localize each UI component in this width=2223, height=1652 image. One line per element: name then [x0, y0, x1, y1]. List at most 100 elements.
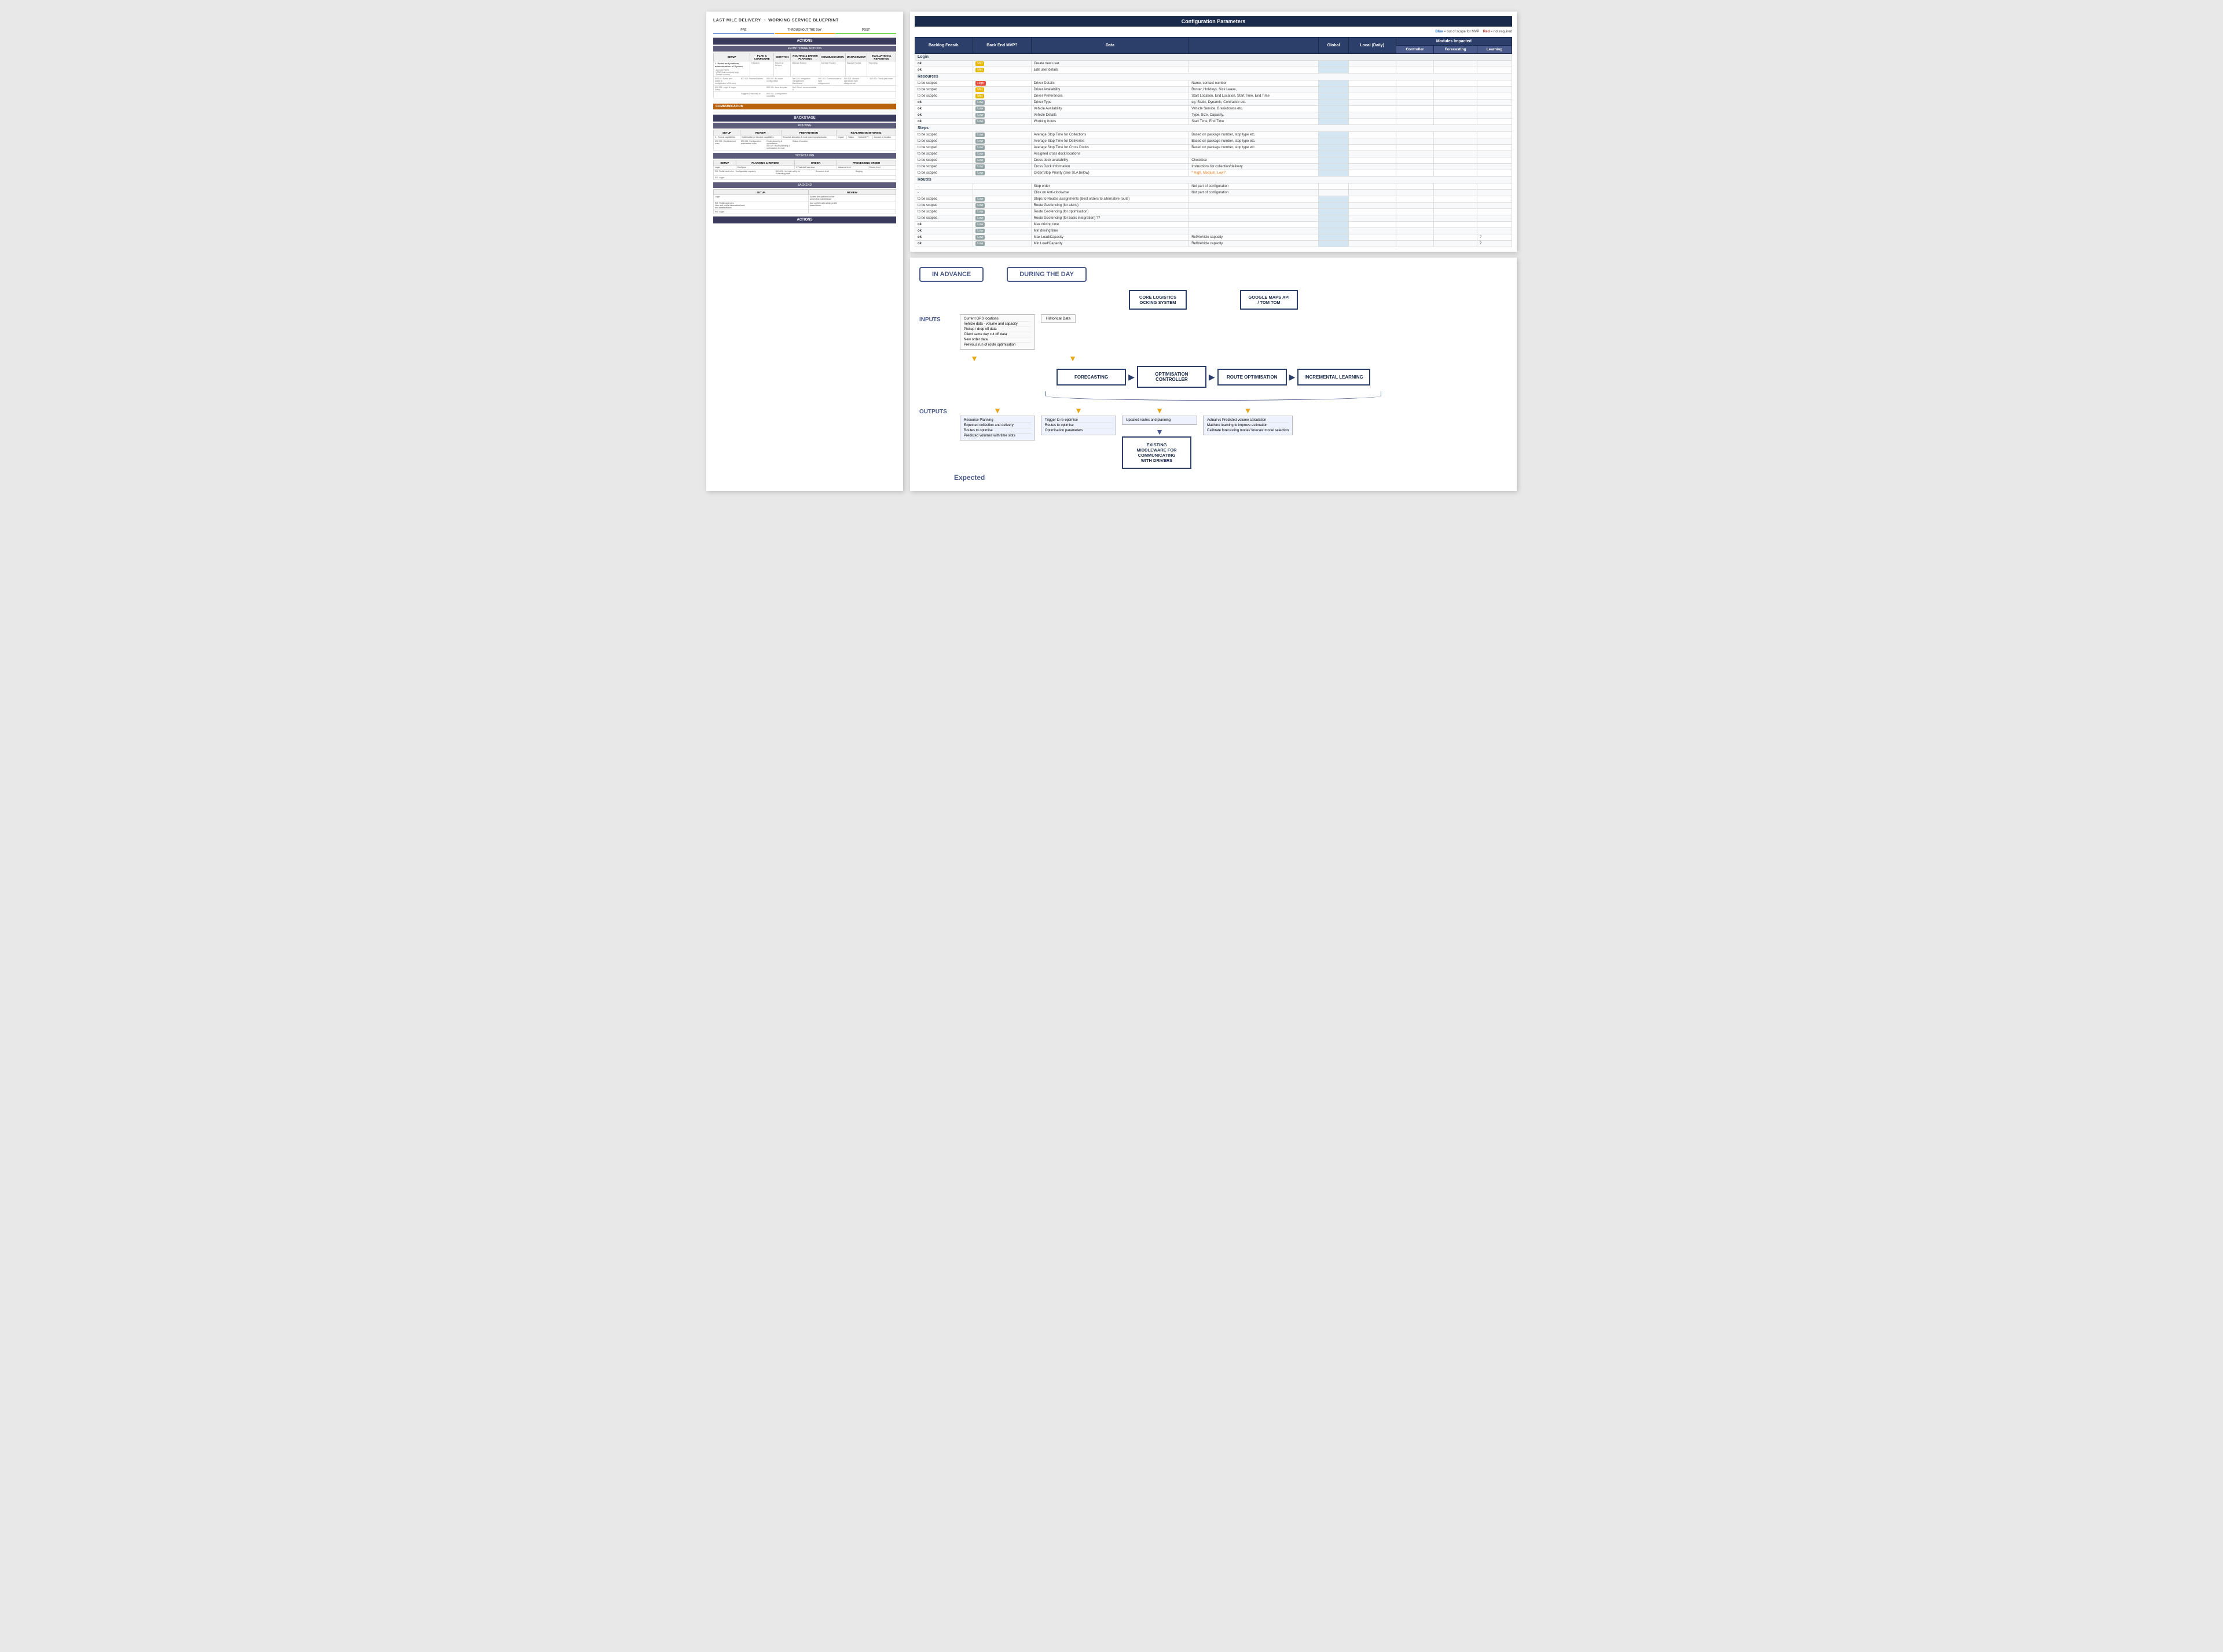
table-row: to be scoped Low Average Stop Time for D…: [915, 138, 1512, 145]
col-review: REVIEW: [740, 130, 781, 135]
optimisation-sublabel: CONTROLLER: [1144, 377, 1199, 382]
priority-cell: Low: [973, 170, 1031, 177]
arrow-f-to-c: ▶: [1128, 372, 1135, 382]
doc-subtitle-text: WORKING SERVICE BLUEPRINT: [768, 19, 839, 23]
local-cell: [1348, 87, 1396, 93]
priority-low: Low: [975, 235, 985, 240]
desc-cell: Start Time, End Time: [1189, 119, 1319, 125]
core-logistics-box: CORE LOGISTICS OCKING SYSTEM: [1129, 290, 1187, 310]
priority-cell: Low: [973, 106, 1031, 112]
priority-cell: Low: [973, 234, 1031, 241]
cell: Routes & Drivers: [773, 61, 790, 77]
local-cell: [1348, 196, 1396, 203]
middleware-label3: COMMUNICATING: [1128, 453, 1186, 458]
core-logistics-sublabel: OCKING SYSTEM: [1136, 300, 1180, 305]
priority-cell: Low: [973, 119, 1031, 125]
learning-output-list: Actual vs Predicted volume calculation M…: [1203, 416, 1293, 435]
arrow-icon-route: ▼: [1122, 406, 1197, 414]
forecast-cell: [1434, 119, 1477, 125]
data-cell: Assigned cross dock locations: [1031, 151, 1189, 157]
backend-table: SETUP REVIEW Login Access this platform …: [713, 189, 896, 214]
col-backlog: Backlog Feasib.: [915, 38, 973, 54]
arrow-down-2: ▼: [1052, 354, 1093, 362]
col-dispatch: DISPATCH: [773, 53, 790, 61]
table-row: 500 001: Workflow and rules 500 001: Con…: [714, 139, 896, 150]
ctrl-cell: [1396, 196, 1434, 203]
table-row: 500101: Portal and platformconfiguration…: [714, 77, 896, 86]
table-row: to be scoped Low Average Stop Time for C…: [915, 145, 1512, 151]
controller-outputs: ▼ Trigger to re-optimise Routes to optim…: [1041, 406, 1116, 469]
arrow-icon-route2: ▼: [1155, 427, 1164, 436]
desc-cell: [1189, 215, 1319, 222]
forecast-cell: [1434, 234, 1477, 241]
output-item: Optimisation parameters: [1045, 428, 1112, 433]
local-cell: [1348, 93, 1396, 100]
phase-during-day: DURING THE DAY: [1007, 267, 1087, 282]
output-item: Resource Planning: [964, 418, 1031, 423]
ctrl-cell: [1396, 151, 1434, 157]
output-item: Routes to optimise: [1045, 423, 1112, 428]
data-cell: Max Load/Capacity: [1031, 234, 1189, 241]
table-row: to be scoped Low Cross dock availability…: [915, 157, 1512, 164]
status-cell: to be scoped: [915, 164, 973, 170]
forecast-cell: [1434, 67, 1477, 74]
global-cell: [1319, 138, 1348, 145]
local-cell: [1348, 151, 1396, 157]
status-cell: to be scoped: [915, 80, 973, 87]
ctrl-cell: [1396, 138, 1434, 145]
historical-data-box: Historical Data: [1041, 314, 1076, 323]
cell: Status MVT: [857, 135, 872, 139]
data-cell: Driver Details: [1031, 80, 1189, 87]
table-row: ok Low Vehicle Availability Vehicle Serv…: [915, 106, 1512, 112]
cell: Access this platform for theadmin and ma…: [809, 195, 896, 201]
flow-phases-row: IN ADVANCE DURING THE DAY: [919, 267, 1507, 282]
section-label: Routes: [915, 177, 1512, 183]
desc-cell: Start Location, End Location, Start Time…: [1189, 93, 1319, 100]
data-cell: Driver Availability: [1031, 87, 1189, 93]
local-cell: [1348, 145, 1396, 151]
cell: Manage Routes: [845, 61, 867, 77]
desc-cell: Not part of configuration: [1189, 183, 1319, 190]
col-processing: PROCESSING ORDER: [837, 160, 896, 166]
input-item-previous: Previous run of route optimisation: [964, 343, 1031, 347]
col-comms: COMMUNICATION: [820, 53, 845, 61]
learn-cell: [1477, 164, 1512, 170]
forecast-cell: [1434, 132, 1477, 138]
desc-cell: Vehicle Service, Breakdowns etc.: [1189, 106, 1319, 112]
forecast-cell: [1434, 61, 1477, 67]
data-cell: Cross Dock Information: [1031, 164, 1189, 170]
incremental-label: INCREMENTAL LEARNING: [1304, 375, 1363, 380]
section-row-routes: Routes: [915, 177, 1512, 183]
cell: 1 Final staff overview: [794, 166, 837, 170]
comms-section-label: COMMUNICATION: [713, 104, 896, 109]
priority-high: High: [975, 81, 985, 86]
arrow-icon-2: ▼: [1052, 354, 1093, 362]
ctrl-cell: [1396, 87, 1434, 93]
table-row: ok Low Max driving time: [915, 222, 1512, 228]
ctrl-cell: [1396, 100, 1434, 106]
ctrl-cell: [1396, 106, 1434, 112]
cell: Reporting: [867, 61, 896, 77]
ctrl-cell: [1396, 145, 1434, 151]
desc-cell: Type, Size, Capacity,: [1189, 112, 1319, 119]
forecast-cell: [1434, 196, 1477, 203]
google-maps-sublabel: / TOM TOM: [1247, 300, 1291, 305]
output-item: Actual vs Predicted volume calculation: [1207, 418, 1289, 423]
forecast-cell: [1434, 100, 1477, 106]
google-maps-label: GOOGLE MAPS API: [1247, 295, 1291, 300]
arrow-down-learn: ▼: [1203, 406, 1293, 414]
connector-row: [919, 391, 1507, 401]
forecast-cell: [1434, 209, 1477, 215]
ctrl-cell: [1396, 170, 1434, 177]
local-cell: [1348, 203, 1396, 209]
table-row: to be scoped Mid Driver Preferences Star…: [915, 93, 1512, 100]
arrows-down-row: ▼ ▼: [919, 354, 1507, 362]
table-row: to be scoped Low Cross Dock Information …: [915, 164, 1512, 170]
phase-during: THROUGHOUT THE DAY: [775, 27, 835, 34]
output-item: Trigger to re-optimise: [1045, 418, 1112, 423]
middleware-label2: MIDDLEWARE FOR: [1128, 447, 1186, 453]
data-cell: Vehicle Availability: [1031, 106, 1189, 112]
forecast-cell: [1434, 222, 1477, 228]
learn-cell: [1477, 100, 1512, 106]
desc-cell: Not part of configuration: [1189, 190, 1319, 196]
